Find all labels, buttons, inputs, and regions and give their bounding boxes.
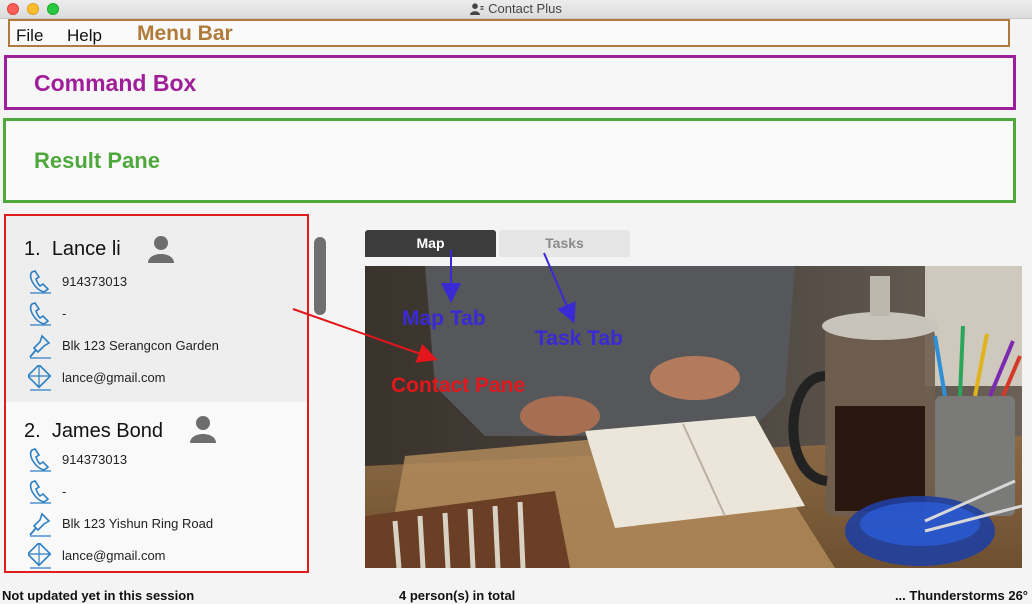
contact-name: Lance li [51,238,121,260]
map-tab-annotation: Map Tab [402,307,486,330]
menu-bar: File Help Menu Bar [8,19,1010,47]
contact-name: James Bond [51,420,163,442]
avatar-icon [188,414,218,449]
status-bar: Not updated yet in this session 4 person… [0,583,1032,604]
contact-card[interactable]: 2. James Bond 914373013 - Blk 123 Yishun… [6,402,307,571]
weather-status: ... Thunderstorms 26° [894,588,1028,603]
contact-home-phone: - [62,484,67,499]
contact-index: 1. [24,238,41,260]
compass-icon [26,363,52,396]
contact-email: lance@gmail.com [62,370,166,385]
compass-icon [26,541,52,571]
phone-icon [28,447,52,478]
contact-name-line: 1. Lance li [24,238,121,261]
pin-icon [28,511,52,542]
result-pane-annotation: Result Pane [34,148,160,173]
person-icon [470,3,484,18]
menu-file[interactable]: File [16,26,43,46]
contact-name-line: 2. James Bond [24,420,163,443]
contact-address: Blk 123 Yishun Ring Road [62,516,214,531]
contact-phone: 914373013 [62,452,128,467]
phone-icon [28,269,52,300]
task-tab-annotation: Task Tab [535,327,623,350]
person-count: 4 person(s) in total [399,588,516,603]
avatar-icon [146,234,176,269]
command-box[interactable]: Command Box [4,55,1016,110]
contact-list-scrollbar[interactable] [314,237,326,315]
phone-icon [28,479,52,510]
phone-icon [28,301,52,332]
contact-email: lance@gmail.com [62,548,166,563]
contact-card[interactable]: 1. Lance li 914373013 - Blk 123 Serangco… [6,216,307,402]
pin-icon [28,333,52,364]
window-title-wrap: Contact Plus [0,1,1032,18]
menu-bar-annotation: Menu Bar [137,22,233,45]
menu-help[interactable]: Help [67,26,102,46]
contact-phone: 914373013 [62,274,128,289]
command-box-annotation: Command Box [34,70,197,96]
window-titlebar: Contact Plus [0,0,1032,19]
result-pane: Result Pane [3,118,1016,203]
contact-home-phone: - [62,306,67,321]
contact-list-panel: 1. Lance li 914373013 - Blk 123 Serangco… [4,214,309,573]
window-title: Contact Plus [488,1,562,16]
tab-map[interactable]: Map [365,230,496,257]
contact-index: 2. [24,420,41,442]
sync-status: Not updated yet in this session [2,588,195,603]
contact-address: Blk 123 Serangcon Garden [62,338,219,353]
contact-pane-annotation: Contact Pane [391,374,526,397]
tab-tasks[interactable]: Tasks [499,230,630,257]
